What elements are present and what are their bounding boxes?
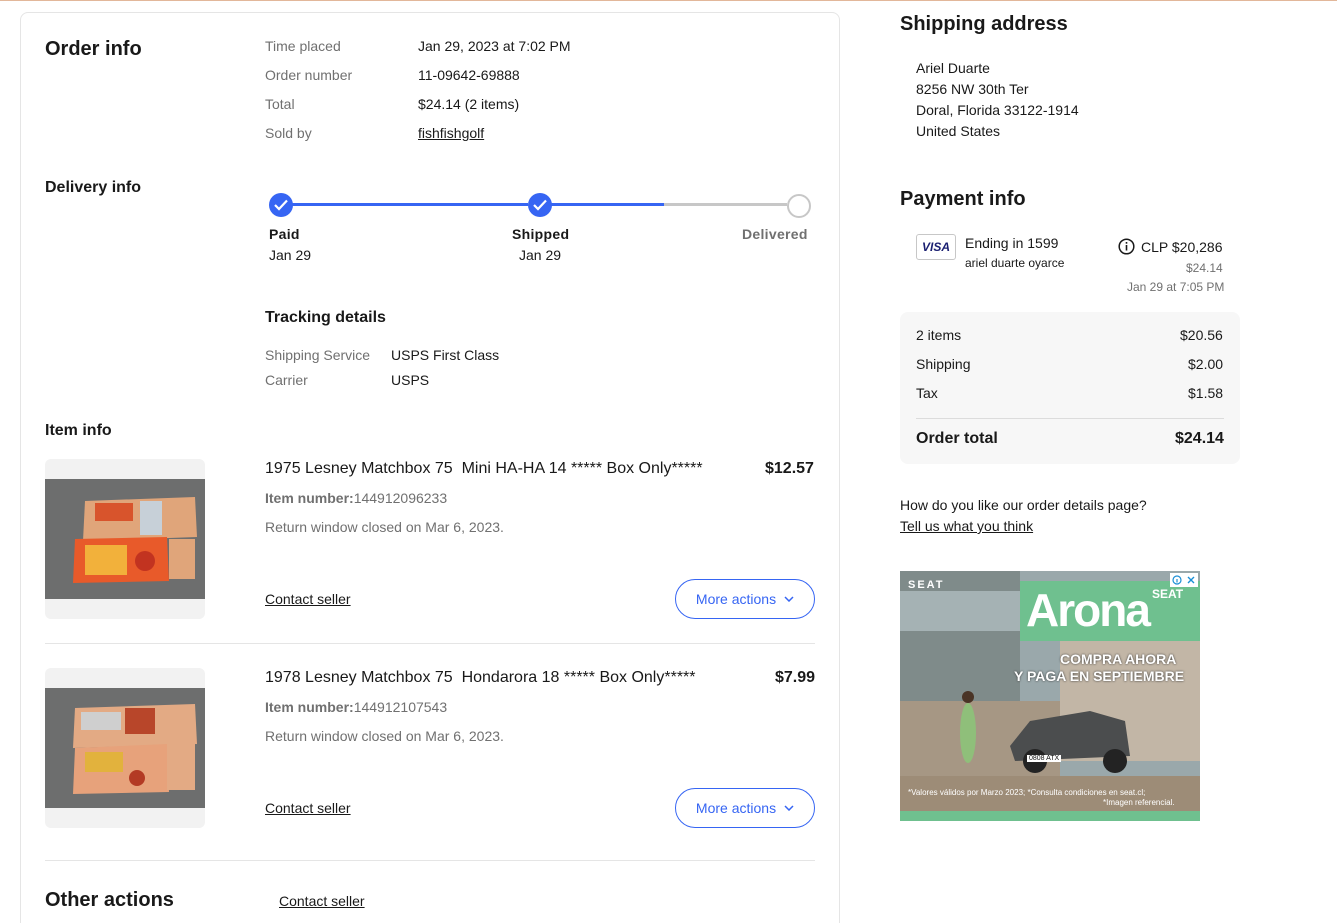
summary-divider [916,418,1224,419]
seller-link[interactable]: fishfishgolf [418,125,484,141]
card-holder: ariel duarte oyarce [965,256,1065,270]
delivered-pending-icon [787,194,811,218]
sold-by-label: Sold by [265,125,312,141]
carrier-value: USPS [391,372,430,388]
ad-headline-1: COMPRA AHORA [1060,651,1177,667]
chevron-down-icon [784,805,794,811]
item-thumbnail[interactable] [45,668,205,828]
other-contact-seller-link[interactable]: Contact seller [279,893,365,909]
return-window-note: Return window closed on Mar 6, 2023. [265,728,504,744]
summary-shipping-label: Shipping [916,356,971,372]
total-label: Total [265,96,295,112]
ad-model: Arona [1026,584,1151,636]
ad-model-tag: SEAT [1152,587,1184,601]
item-divider [45,643,815,644]
order-number-value: 11-09642-69888 [418,67,520,83]
payment-info-heading: Payment info [900,188,1026,210]
paid-check-icon [269,193,293,217]
step-shipped-label: Shipped [512,226,570,242]
ad-headline-2: Y PAGA EN SEPTIEMBRE [1014,668,1185,684]
other-actions-heading: Other actions [45,889,174,911]
step-paid-label: Paid [269,226,300,242]
item-thumbnail[interactable] [45,459,205,619]
summary-items-value: $20.56 [1180,327,1223,343]
more-actions-button[interactable]: More actions [675,579,815,619]
item-photo [45,479,205,599]
order-total-value: $24.14 [1175,430,1224,447]
item-price: $7.99 [775,669,816,686]
shipping-service-value: USPS First Class [391,347,500,363]
section-divider [45,860,815,861]
ad-choices[interactable] [1170,573,1198,587]
summary-items-label: 2 items [916,327,962,343]
item-price: $12.57 [765,460,814,477]
paid-at: Jan 29 at 7:05 PM [1127,280,1225,294]
visa-card-icon: VISA [916,234,956,260]
shipped-check-icon [528,193,552,217]
time-placed-label: Time placed [265,38,341,54]
return-window-note: Return window closed on Mar 6, 2023. [265,519,504,535]
feedback-question: How do you like our order details page? [900,497,1147,513]
item-info-heading: Item info [45,422,112,439]
amount-usd: $24.14 [1186,261,1223,275]
more-actions-button[interactable]: More actions [675,788,815,828]
address-city: Doral, Florida 33122-1914 [916,102,1079,118]
time-placed-value: Jan 29, 2023 at 7:02 PM [418,38,571,54]
item-number-label: Item number: [265,490,354,506]
order-number-label: Order number [265,67,353,83]
shipping-address-heading: Shipping address [900,13,1068,35]
item-title[interactable]: 1978 Lesney Matchbox 75 Hondarora 18 ***… [265,669,696,687]
ad-info-icon[interactable] [1172,575,1182,585]
more-actions-label: More actions [695,591,777,607]
progress-segment-fill [551,203,664,206]
ad-brand: SEAT [908,579,945,591]
address-name: Ariel Duarte [916,60,990,76]
item-number-value: 144912096233 [353,490,448,506]
amount-local: CLP $20,286 [1141,239,1223,255]
ad-fineprint-2: *Imagen referencial. [1103,798,1175,807]
info-icon[interactable] [1118,238,1135,260]
ad-plate: 0808 ATX [1027,755,1062,762]
summary-tax-label: Tax [916,385,938,401]
contact-seller-link[interactable]: Contact seller [265,591,351,607]
carrier-label: Carrier [265,372,308,388]
ad-fineprint-1: *Valores válidos por Marzo 2023; *Consul… [908,788,1146,797]
total-value: $24.14 (2 items) [418,96,520,112]
order-info-heading: Order info [45,38,142,60]
item-number-value: 144912107543 [353,699,448,715]
top-border [0,0,1337,3]
summary-shipping-value: $2.00 [1188,356,1224,372]
step-paid-date: Jan 29 [269,247,312,263]
item-number-label: Item number: [265,699,354,715]
chevron-down-icon [784,596,794,602]
card-ending: Ending in 1599 [965,235,1059,251]
feedback-link[interactable]: Tell us what you think [900,518,1033,534]
address-country: United States [916,123,1001,139]
step-shipped-date: Jan 29 [519,247,562,263]
step-delivered-label: Delivered [742,226,808,242]
more-actions-label: More actions [695,800,777,816]
ad-banner[interactable]: SEAT Arona SEAT COMPRA AHORA Y PAGA EN S… [900,571,1200,821]
shipping-service-label: Shipping Service [265,347,371,363]
contact-seller-link[interactable]: Contact seller [265,800,351,816]
item-title[interactable]: 1975 Lesney Matchbox 75 Mini HA-HA 14 **… [265,460,703,478]
item-photo [45,688,205,808]
order-total-label: Order total [916,430,998,447]
tracking-details-heading: Tracking details [265,309,386,326]
address-street: 8256 NW 30th Ter [916,81,1029,97]
progress-segment-paid-shipped [292,203,528,206]
summary-tax-value: $1.58 [1188,385,1224,401]
ad-close-icon[interactable] [1186,575,1196,585]
delivery-info-heading: Delivery info [45,179,142,196]
